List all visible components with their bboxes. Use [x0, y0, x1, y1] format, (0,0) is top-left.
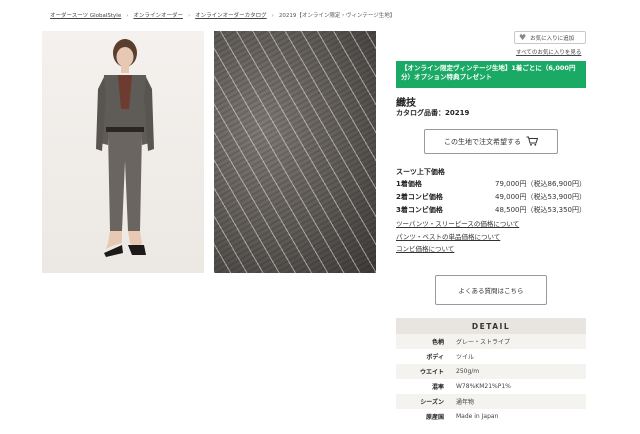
combination-price-link[interactable]: コンビ価格について	[396, 243, 454, 253]
faq-button[interactable]: よくある質問はこちら	[435, 275, 547, 305]
two-pants-three-piece-price-link[interactable]: ツーパンツ・スリーピースの価格について	[396, 218, 519, 228]
price-row: 2着コンビ価格 49,000円（税込53,900円）	[396, 192, 586, 202]
detail-key: 色柄	[431, 339, 444, 346]
breadcrumb-separator: ›	[271, 13, 274, 19]
detail-row: 色柄 グレー・ストライプ	[396, 334, 586, 349]
detail-row: ボディ ツイル	[396, 349, 586, 364]
price-value: 49,000円（税込53,900円）	[495, 193, 586, 201]
detail-heading: DETAIL	[396, 318, 586, 334]
breadcrumb: オーダースーツ GlobalStyle › オンラインオーダー › オンラインオーダーカ…	[50, 11, 395, 19]
fabric-closeup-photo	[214, 31, 376, 273]
promo-line-1: 【オンライン限定ヴィンテージ生地】1着ごとに（6,000円	[401, 64, 576, 72]
promo-banner: 【オンライン限定ヴィンテージ生地】1着ごとに（6,000円 分）オプション特典プ…	[396, 61, 586, 88]
detail-key: ボディ	[426, 354, 444, 361]
detail-key: 混率	[431, 384, 444, 391]
add-to-favorites-button[interactable]: ♥ お気に入りに追加	[514, 31, 586, 44]
detail-value: 250g/m	[456, 368, 480, 375]
add-to-favorites-label: お気に入りに追加	[530, 35, 575, 42]
detail-row: ウエイト 250g/m	[396, 364, 586, 379]
breadcrumb-separator: ›	[126, 13, 129, 19]
breadcrumb-link-home[interactable]: オーダースーツ GlobalStyle	[50, 13, 121, 19]
detail-value: 通年物	[456, 399, 475, 406]
breadcrumb-current: 20219【オンライン限定・ヴィンテージ生地】	[278, 13, 396, 19]
cart-icon	[526, 136, 539, 148]
fabric-name: 織技	[396, 98, 416, 109]
detail-value: ツイル	[456, 354, 475, 361]
breadcrumb-link-online-order[interactable]: オンラインオーダー	[133, 13, 183, 19]
detail-row: 原産国 Made in Japan	[396, 409, 586, 424]
view-all-favorites-link[interactable]: すべてのお気に入りを見る	[516, 48, 581, 56]
heart-icon: ♥	[519, 32, 527, 42]
detail-row: 混率 W78%KM21%P1%	[396, 379, 586, 394]
breadcrumb-separator: ›	[187, 13, 191, 19]
price-label: 3着コンビ価格	[396, 206, 443, 214]
price-label: 1着価格	[396, 180, 422, 188]
price-label: 2着コンビ価格	[396, 193, 443, 201]
price-row: 1着価格 79,000円（税込86,900円）	[396, 179, 586, 189]
catalog-number: カタログ品番：20219	[396, 109, 470, 117]
model-photo	[42, 31, 204, 273]
detail-key: 原産国	[425, 414, 444, 421]
order-with-this-fabric-button[interactable]: この生地で注文希望する	[424, 129, 558, 154]
detail-value: Made in Japan	[456, 413, 499, 420]
price-row: 3着コンビ価格 48,500円（税込53,350円）	[396, 205, 586, 215]
detail-key: シーズン	[420, 399, 444, 406]
detail-value: W78%KM21%P1%	[456, 383, 511, 390]
detail-value: グレー・ストライプ	[456, 339, 511, 346]
price-value: 48,500円（税込53,350円）	[495, 206, 586, 214]
promo-line-2: 分）オプション特典プレゼント	[401, 73, 492, 82]
order-button-label: この生地で注文希望する	[444, 137, 521, 146]
breadcrumb-link-catalog[interactable]: オンラインオーダーカタログ	[195, 13, 267, 19]
detail-row: シーズン 通年物	[396, 394, 586, 409]
model-illustration	[96, 39, 154, 257]
price-value: 79,000円（税込86,900円）	[495, 180, 586, 188]
price-section-title: スーツ上下価格	[396, 168, 445, 176]
pants-vest-single-price-link[interactable]: パンツ・ベストの単品価格について	[396, 231, 500, 241]
detail-table: DETAIL 色柄 グレー・ストライプ ボディ ツイル ウエイト 250g/m …	[396, 318, 586, 424]
detail-key: ウエイト	[419, 369, 444, 376]
